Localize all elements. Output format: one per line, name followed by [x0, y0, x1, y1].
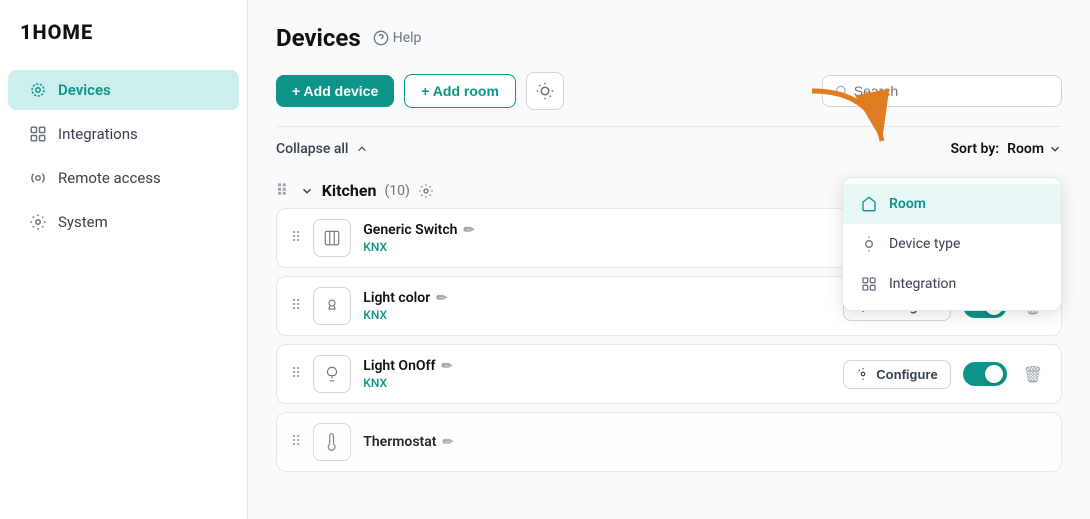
sidebar-item-system-label: System	[58, 213, 108, 231]
configure-icon	[856, 367, 870, 381]
delete-button-light-onoff[interactable]: 🗑	[1019, 361, 1047, 388]
device-edit-icon[interactable]: ✏	[464, 223, 475, 238]
dropdown-item-room[interactable]: Room	[843, 184, 1061, 224]
device-sub-light-color: KNX	[363, 308, 831, 322]
divider	[276, 126, 1062, 127]
page-header: Devices Help	[276, 24, 1062, 52]
device-drag-handle[interactable]: ⠿	[291, 230, 301, 246]
chevron-up-icon	[355, 142, 369, 156]
table-row: ⠿ Thermostat ✏	[276, 412, 1062, 472]
sort-by-label: Sort by:	[950, 141, 999, 157]
search-icon	[835, 84, 848, 98]
help-label: Help	[393, 30, 422, 46]
integrations-icon	[28, 124, 48, 144]
app-logo: 1HOME	[0, 20, 247, 68]
search-input[interactable]	[854, 83, 1049, 99]
sidebar-item-integrations-label: Integrations	[58, 125, 138, 143]
device-icon-light-onoff	[313, 355, 351, 393]
room-drag-handle[interactable]: ⠿	[276, 181, 288, 200]
device-name-thermostat: Thermostat ✏	[363, 434, 1047, 450]
sidebar-item-system[interactable]: System	[8, 202, 239, 242]
device-edit-icon[interactable]: ✏	[442, 435, 453, 450]
add-room-button[interactable]: + Add room	[404, 74, 516, 108]
device-type-icon	[859, 234, 879, 254]
add-device-button[interactable]: + Add device	[276, 75, 394, 107]
sort-by-control[interactable]: Sort by: Room	[950, 141, 1062, 157]
system-icon	[28, 212, 48, 232]
help-link[interactable]: Help	[373, 30, 422, 46]
sidebar-item-remote-label: Remote access	[58, 169, 161, 187]
dropdown-item-integration[interactable]: Integration	[843, 264, 1061, 304]
page-title: Devices	[276, 24, 361, 52]
table-row: ⠿ Light OnOff ✏ KNX Configure 🗑	[276, 344, 1062, 404]
device-drag-handle[interactable]: ⠿	[291, 366, 301, 382]
room-settings-icon[interactable]	[418, 183, 434, 199]
configure-button-light-onoff[interactable]: Configure	[843, 360, 950, 389]
dropdown-integration-label: Integration	[889, 276, 956, 292]
device-edit-icon[interactable]: ✏	[436, 291, 447, 306]
dropdown-room-label: Room	[889, 196, 926, 212]
device-icon	[28, 80, 48, 100]
toolbar: + Add device + Add room	[276, 72, 1062, 110]
search-box	[822, 75, 1062, 107]
device-icon-light-color	[313, 287, 351, 325]
device-info-switch: Generic Switch ✏ KNX	[363, 222, 831, 254]
collapse-all-label: Collapse all	[276, 141, 349, 157]
sort-dropdown: Room Device type Integration	[842, 177, 1062, 311]
collapse-all-button[interactable]: Collapse all	[276, 141, 369, 157]
sidebar: 1HOME Devices Integrations Remote access…	[0, 0, 248, 519]
room-icon	[859, 194, 879, 214]
filter-button[interactable]	[526, 72, 564, 110]
room-chevron-icon[interactable]	[300, 184, 314, 198]
device-icon-switch	[313, 219, 351, 257]
device-sub-switch: KNX	[363, 240, 831, 254]
dropdown-item-device-type[interactable]: Device type	[843, 224, 1061, 264]
chevron-down-icon	[1048, 142, 1062, 156]
device-drag-handle[interactable]: ⠿	[291, 434, 301, 450]
device-info-light-color: Light color ✏ KNX	[363, 290, 831, 322]
sort-by-value: Room	[1007, 141, 1044, 157]
sidebar-item-devices[interactable]: Devices	[8, 70, 239, 110]
remote-icon	[28, 168, 48, 188]
device-edit-icon[interactable]: ✏	[442, 359, 453, 374]
dropdown-device-type-label: Device type	[889, 236, 960, 252]
device-icon-thermostat	[313, 423, 351, 461]
device-name-light-color: Light color ✏	[363, 290, 831, 306]
controls-bar: Collapse all Sort by: Room	[276, 141, 1062, 157]
device-name-switch: Generic Switch ✏	[363, 222, 831, 238]
device-toggle-light-onoff[interactable]	[963, 362, 1007, 386]
sidebar-item-integrations[interactable]: Integrations	[8, 114, 239, 154]
integration-icon	[859, 274, 879, 294]
sidebar-item-devices-label: Devices	[58, 81, 111, 99]
device-name-light-onoff: Light OnOff ✏	[363, 358, 831, 374]
room-name: Kitchen	[322, 181, 377, 200]
sidebar-item-remote-access[interactable]: Remote access	[8, 158, 239, 198]
device-sub-light-onoff: KNX	[363, 376, 831, 390]
main-content: Devices Help + Add device + Add room Col…	[248, 0, 1090, 519]
room-count: (10)	[384, 183, 409, 199]
device-drag-handle[interactable]: ⠿	[291, 298, 301, 314]
device-info-light-onoff: Light OnOff ✏ KNX	[363, 358, 831, 390]
device-info-thermostat: Thermostat ✏	[363, 434, 1047, 450]
